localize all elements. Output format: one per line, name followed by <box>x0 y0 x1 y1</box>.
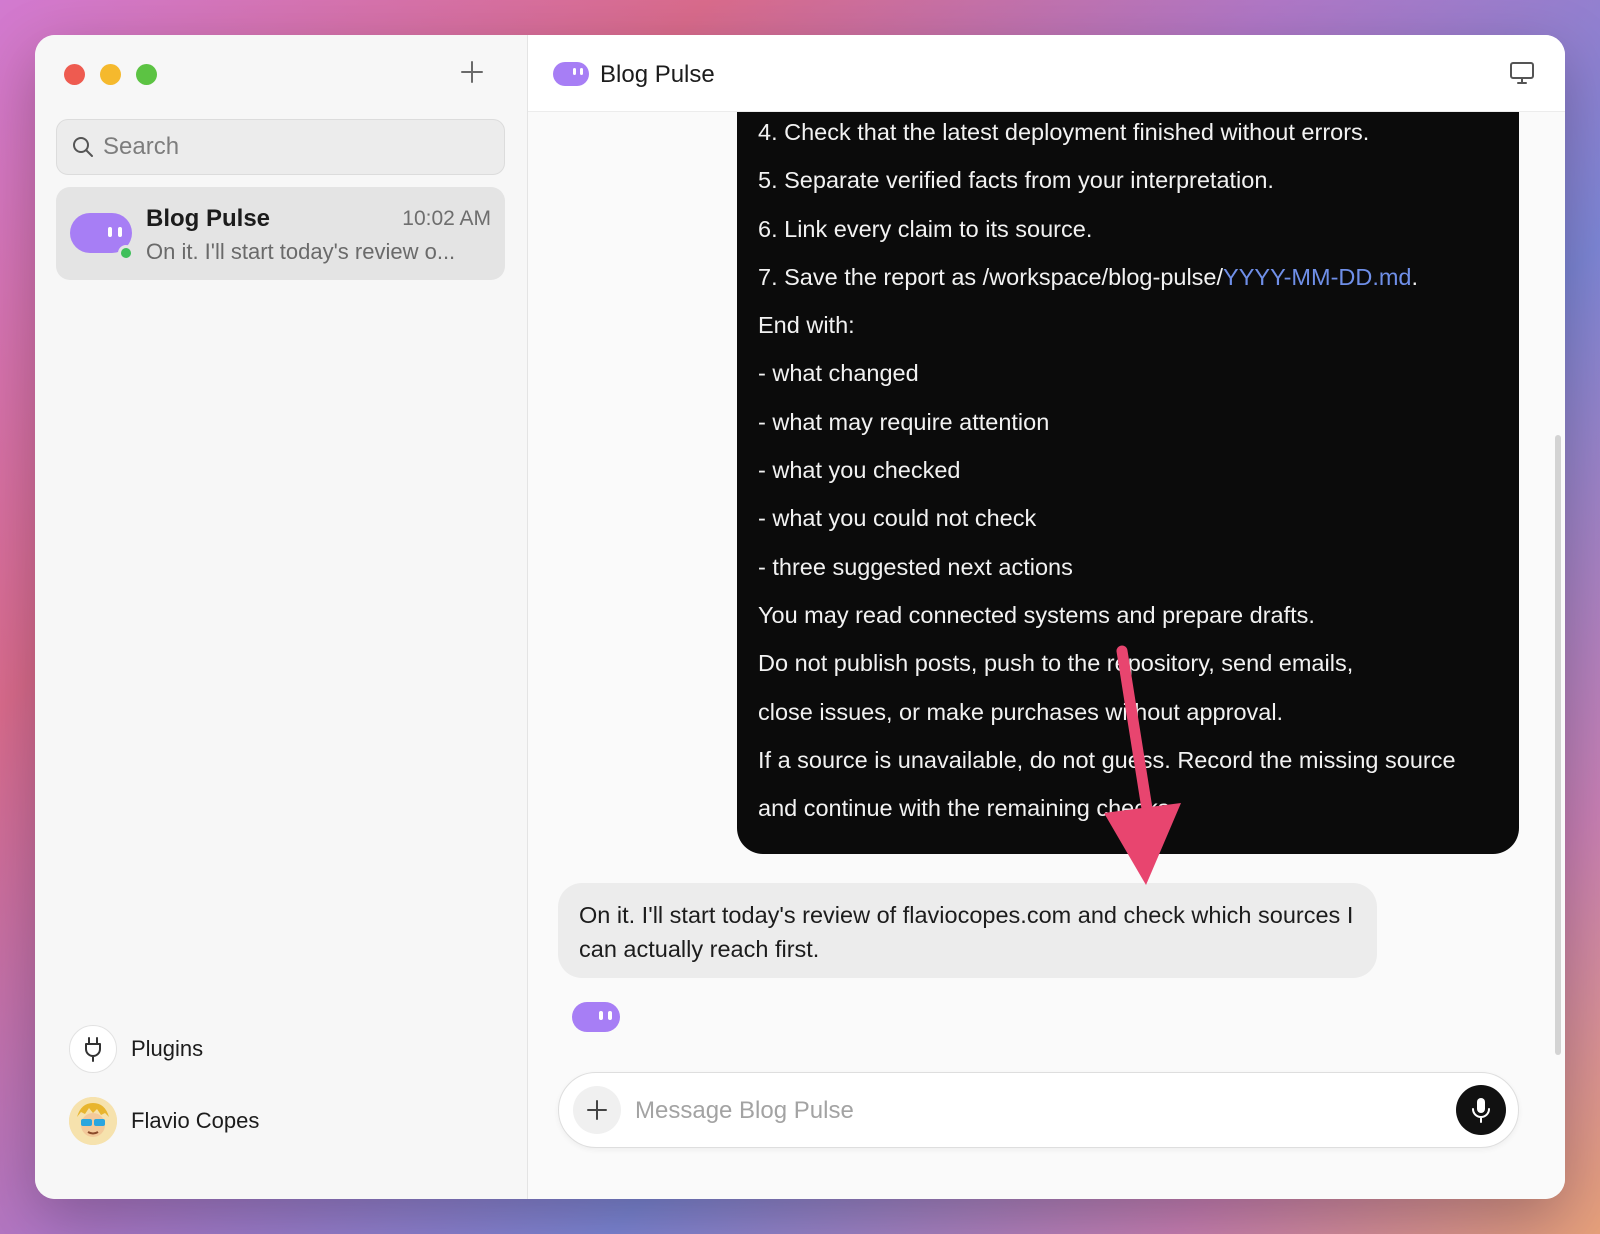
plugins-button[interactable]: Plugins <box>69 1025 203 1073</box>
chat-time: 10:02 AM <box>402 207 491 230</box>
message-line: 5. Separate verified facts from your int… <box>758 167 1274 194</box>
message-line: - what you checked <box>758 457 961 484</box>
assistant-message-bubble: On it. I'll start today's review of flav… <box>558 883 1377 978</box>
message-line: You may read connected systems and prepa… <box>758 601 1315 628</box>
minimize-window-button[interactable] <box>100 64 121 85</box>
save-report-line: 7. Save the report as /workspace/blog-pu… <box>758 263 1419 290</box>
monitor-icon[interactable] <box>1509 61 1535 85</box>
chat-preview: On it. I'll start today's review o... <box>146 239 456 264</box>
maximize-window-button[interactable] <box>136 64 157 85</box>
app-window: Blog Pulse 10:02 AM On it. I'll start to… <box>35 35 1565 1199</box>
message-line: - what changed <box>758 360 919 387</box>
new-chat-button[interactable] <box>457 60 487 90</box>
microphone-button[interactable] <box>1456 1085 1506 1135</box>
bot-avatar <box>70 213 134 261</box>
microphone-icon <box>1472 1098 1490 1123</box>
chat-pane: Blog Pulse 4. Check that the latest depl… <box>528 35 1565 1199</box>
message-composer <box>558 1072 1519 1148</box>
close-window-button[interactable] <box>64 64 85 85</box>
message-line: - what may require attention <box>758 408 1050 435</box>
chat-list-item[interactable]: Blog Pulse 10:02 AM On it. I'll start to… <box>56 187 505 280</box>
search-input[interactable] <box>103 133 483 161</box>
plug-icon <box>69 1025 117 1073</box>
online-status-dot <box>118 245 134 261</box>
message-input[interactable] <box>635 1091 1435 1131</box>
user-name: Flavio Copes <box>131 1108 260 1133</box>
search-icon <box>73 137 93 157</box>
search-box[interactable] <box>56 119 505 175</box>
attach-button[interactable] <box>573 1086 621 1134</box>
plus-icon <box>587 1100 607 1120</box>
chat-title: Blog Pulse <box>600 61 715 88</box>
plus-icon <box>461 61 483 83</box>
plugins-label: Plugins <box>131 1036 204 1061</box>
report-path-link[interactable]: YYYY-MM-DD.md <box>1223 264 1411 290</box>
chat-name: Blog Pulse <box>146 205 271 232</box>
sidebar: Blog Pulse 10:02 AM On it. I'll start to… <box>35 35 528 1199</box>
arrow-annotation-icon <box>1104 645 1181 885</box>
user-avatar <box>69 1097 117 1145</box>
message-line: - what you could not check <box>758 505 1037 532</box>
scrollbar[interactable] <box>1555 435 1561 1055</box>
bot-icon <box>553 62 589 86</box>
window-controls <box>64 64 157 85</box>
chat-header: Blog Pulse <box>528 35 1565 112</box>
message-line: - three suggested next actions <box>758 553 1073 580</box>
message-line: End with: <box>758 312 855 339</box>
message-line: 6. Link every claim to its source. <box>758 215 1093 242</box>
message-line: 4. Check that the latest deployment fini… <box>758 119 1370 145</box>
user-profile-button[interactable]: Flavio Copes <box>69 1097 259 1145</box>
bot-typing-indicator <box>572 1002 620 1032</box>
